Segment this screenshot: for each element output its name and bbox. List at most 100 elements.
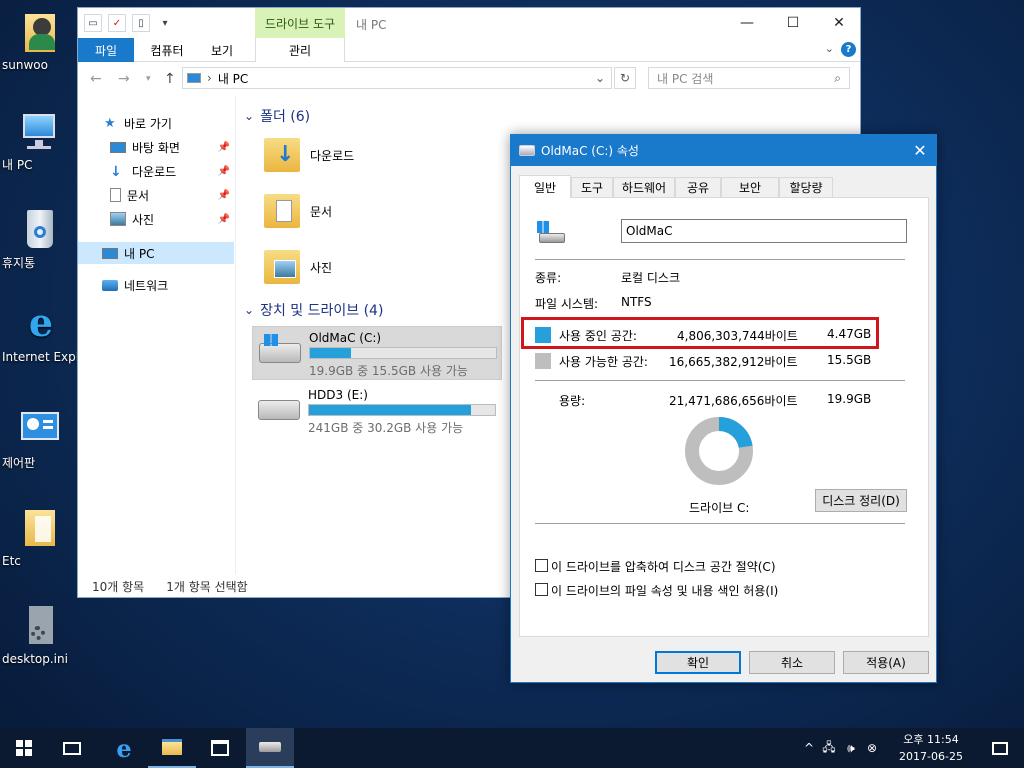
desktop-icon-internet-explorer[interactable]: e Internet Explorer: [2, 302, 103, 365]
nav-downloads[interactable]: ↓ 다운로드 📌: [78, 160, 234, 182]
notification-blocked-icon[interactable]: ⊗: [862, 741, 882, 755]
tab-sharing[interactable]: 공유: [675, 177, 721, 197]
compress-drive-checkbox[interactable]: [535, 559, 548, 572]
folder-item-documents[interactable]: 문서: [264, 188, 504, 234]
computer-icon[interactable]: ▭: [84, 14, 102, 32]
tab-view[interactable]: 보기: [200, 38, 244, 62]
drive-item-c[interactable]: OldMaC (C:) 19.9GB 중 15.5GB 사용 가능: [252, 326, 502, 380]
clock[interactable]: 오후 11:54 2017-06-25: [890, 731, 972, 765]
status-item-count: 10개 항목: [92, 579, 145, 594]
nav-quick-access[interactable]: ★ 바로 가기: [78, 112, 234, 134]
folder-item-downloads[interactable]: ↓ 다운로드: [264, 132, 504, 178]
drive-usage-bar: [309, 347, 497, 359]
help-icon[interactable]: ?: [841, 42, 856, 57]
filesystem-label: 파일 시스템:: [535, 297, 599, 311]
tab-tools[interactable]: 도구: [571, 177, 613, 197]
breadcrumb[interactable]: 내 PC: [218, 70, 248, 87]
desktop-icon-label: desktop.ini: [2, 652, 68, 666]
tab-hardware[interactable]: 하드웨어: [613, 177, 675, 197]
clock-date: 2017-06-25: [899, 750, 963, 763]
drive-usage-fill: [310, 348, 351, 358]
nav-network[interactable]: 네트워크: [78, 274, 234, 296]
folder-item-pictures[interactable]: 사진: [264, 244, 504, 290]
used-space-size: 4.47GB: [827, 327, 872, 341]
computer-icon: [102, 247, 118, 259]
nav-label: 내 PC: [124, 246, 155, 261]
task-view-button[interactable]: [48, 728, 96, 768]
recycle-bin-icon: [17, 208, 61, 252]
folders-group-header[interactable]: ⌄ 폴더 (6): [244, 106, 310, 126]
close-button[interactable]: ✕: [816, 8, 862, 38]
desktop-icon-this-pc[interactable]: 내 PC: [2, 110, 76, 172]
cancel-button[interactable]: 취소: [749, 651, 835, 674]
minimize-button[interactable]: —: [724, 8, 770, 38]
pin-icon[interactable]: 📌: [218, 190, 230, 201]
ok-button[interactable]: 확인: [655, 651, 741, 674]
forward-arrow-icon[interactable]: →: [118, 71, 130, 87]
action-center-button[interactable]: [976, 728, 1024, 768]
nav-label: 바로 가기: [124, 116, 172, 131]
pin-icon[interactable]: 📌: [218, 214, 230, 225]
properties-icon[interactable]: ✓: [108, 14, 126, 32]
desktop-icon: [110, 141, 126, 153]
desktop-icon-etc[interactable]: Etc: [2, 506, 76, 568]
taskbar-file-explorer[interactable]: [148, 728, 196, 768]
pin-icon[interactable]: 📌: [218, 166, 230, 177]
chevron-up-icon[interactable]: ^: [800, 741, 818, 755]
tab-quota[interactable]: 할당량: [779, 177, 833, 197]
taskbar-edge[interactable]: e: [100, 728, 148, 768]
tab-computer[interactable]: 컴퓨터: [140, 38, 194, 62]
desktop-icon-sunwoo[interactable]: sunwoo: [2, 10, 76, 72]
back-arrow-icon[interactable]: ←: [90, 71, 102, 87]
used-space-bytes: 4,806,303,744바이트: [677, 329, 798, 343]
volume-name-input[interactable]: OldMaC: [621, 219, 907, 243]
disk-cleanup-button[interactable]: 디스크 정리(D): [815, 489, 907, 512]
volume-icon[interactable]: 🕪: [840, 741, 862, 756]
tab-security[interactable]: 보안: [721, 177, 779, 197]
drive-properties-dialog: OldMaC (C:) 속성 ✕ 일반 도구 하드웨어 공유 보안 할당량 Ol…: [510, 134, 937, 683]
search-input[interactable]: 내 PC 검색 ⌕: [648, 67, 850, 89]
desktop-icon-label: 내 PC: [2, 158, 33, 172]
picture-icon: [110, 212, 126, 226]
maximize-button[interactable]: ☐: [770, 8, 816, 38]
chevron-down-icon[interactable]: ⌄: [825, 42, 834, 55]
desktop-icon-control-panel[interactable]: 제어판: [2, 408, 76, 470]
chevron-down-icon[interactable]: ⌄: [595, 71, 605, 85]
filesystem-value: NTFS: [621, 295, 652, 309]
taskbar-store[interactable]: [196, 728, 244, 768]
nav-documents[interactable]: 문서 📌: [78, 184, 234, 206]
address-bar[interactable]: › 내 PC ⌄: [182, 67, 612, 89]
divider: [535, 259, 905, 260]
taskbar-drive-properties[interactable]: [246, 728, 294, 768]
drive-free-text: 241GB 중 30.2GB 사용 가능: [308, 421, 464, 435]
desktop-icon-desktop-ini[interactable]: desktop.ini: [2, 604, 76, 666]
tab-manage[interactable]: 관리: [255, 38, 345, 62]
nav-label: 바탕 화면: [132, 140, 180, 155]
up-arrow-icon[interactable]: ↑: [164, 71, 176, 87]
drive-item-e[interactable]: HDD3 (E:) 241GB 중 30.2GB 사용 가능: [252, 384, 502, 438]
apply-button[interactable]: 적용(A): [843, 651, 929, 674]
nav-pictures[interactable]: 사진 📌: [78, 208, 234, 230]
compress-drive-label[interactable]: 이 드라이브를 압축하여 디스크 공간 절약(C): [551, 558, 776, 575]
recent-locations-icon[interactable]: ▾: [146, 74, 151, 84]
tab-general[interactable]: 일반: [519, 175, 571, 198]
close-icon[interactable]: ✕: [904, 135, 936, 166]
new-folder-icon[interactable]: ▯: [132, 14, 150, 32]
tab-file[interactable]: 파일: [78, 38, 134, 62]
windows-drive-icon: [537, 221, 567, 245]
chevron-down-icon[interactable]: ▾: [156, 14, 174, 32]
nav-this-pc[interactable]: 내 PC: [78, 242, 234, 264]
index-drive-checkbox[interactable]: [535, 583, 548, 596]
type-label: 종류:: [535, 271, 562, 285]
start-button[interactable]: [0, 728, 48, 768]
index-drive-label[interactable]: 이 드라이브의 파일 속성 및 내용 색인 허용(I): [551, 582, 778, 599]
pin-icon[interactable]: 📌: [218, 142, 230, 153]
desktop-icon-recycle-bin[interactable]: 휴지통: [2, 208, 76, 270]
search-icon: ⌕: [834, 70, 841, 85]
nav-desktop[interactable]: 바탕 화면 📌: [78, 136, 234, 158]
desktop-icon-label: 제어판: [2, 456, 36, 470]
drives-group-header[interactable]: ⌄ 장치 및 드라이브 (4): [244, 300, 383, 320]
disk-usage-donut: [685, 417, 753, 485]
network-icon[interactable]: 🖧: [818, 738, 840, 759]
refresh-icon[interactable]: ↻: [614, 67, 636, 89]
